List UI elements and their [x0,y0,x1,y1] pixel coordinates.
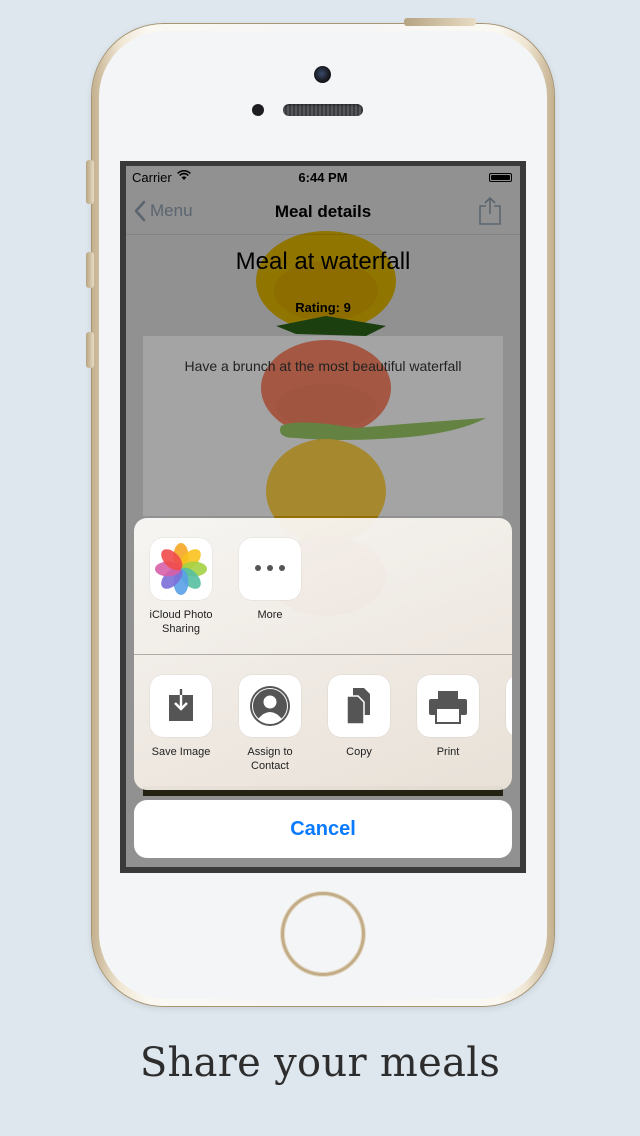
nav-title: Meal details [274,202,372,221]
share-app-icloud-photo-sharing[interactable]: iCloud Photo Sharing [139,538,223,636]
copy-icon [328,675,390,737]
cancel-button[interactable]: Cancel [134,800,512,858]
action-label: iC [495,759,512,773]
action-copy[interactable]: Copy [317,675,401,759]
action-label: Copy [346,746,372,758]
volume-up-button [86,252,94,288]
share-app-label: iCloud Photo Sharing [149,609,213,635]
share-icon[interactable] [478,196,502,226]
status-bar: Carrier 6:44 PM [126,166,520,188]
share-sheet: iCloud Photo Sharing More Save Image Ass… [134,518,512,790]
volume-down-button [86,332,94,368]
clock: 6:44 PM [298,170,348,185]
navigation-bar: Menu Meal details [126,188,520,235]
earpiece-speaker [283,104,363,116]
mute-switch [86,160,94,204]
battery-icon [489,173,512,182]
action-icloud[interactable]: iC [495,675,512,773]
print-icon [417,675,479,737]
icloud-icon [506,675,512,737]
share-apps-row[interactable]: iCloud Photo Sharing More [134,518,512,654]
contact-icon [239,675,301,737]
meal-description: Have a brunch at the most beautiful wate… [184,358,462,374]
home-button[interactable] [281,892,365,976]
more-icon [239,538,301,600]
action-label: Assign to Contact [247,746,293,772]
power-button [404,18,476,26]
proximity-sensor [252,104,264,116]
front-camera [314,66,331,83]
meal-title: Meal at waterfall [235,248,411,275]
promo-caption: Share your meals [139,1040,501,1086]
meal-rating: Rating: 9 [295,300,351,315]
screen: Carrier 6:44 PM Menu Meal details Meal a… [126,166,520,867]
action-label: Print [436,746,460,758]
action-print[interactable]: Print [406,675,490,759]
share-actions-row[interactable]: Save Image Assign to Contact Copy Print [134,655,512,790]
photos-icon [150,538,212,600]
share-app-more[interactable]: More [228,538,312,622]
share-app-label: More [257,609,283,621]
action-save-image[interactable]: Save Image [139,675,223,759]
save-image-icon [150,675,212,737]
action-assign-to-contact[interactable]: Assign to Contact [228,675,312,773]
action-label: Save Image [151,746,211,758]
